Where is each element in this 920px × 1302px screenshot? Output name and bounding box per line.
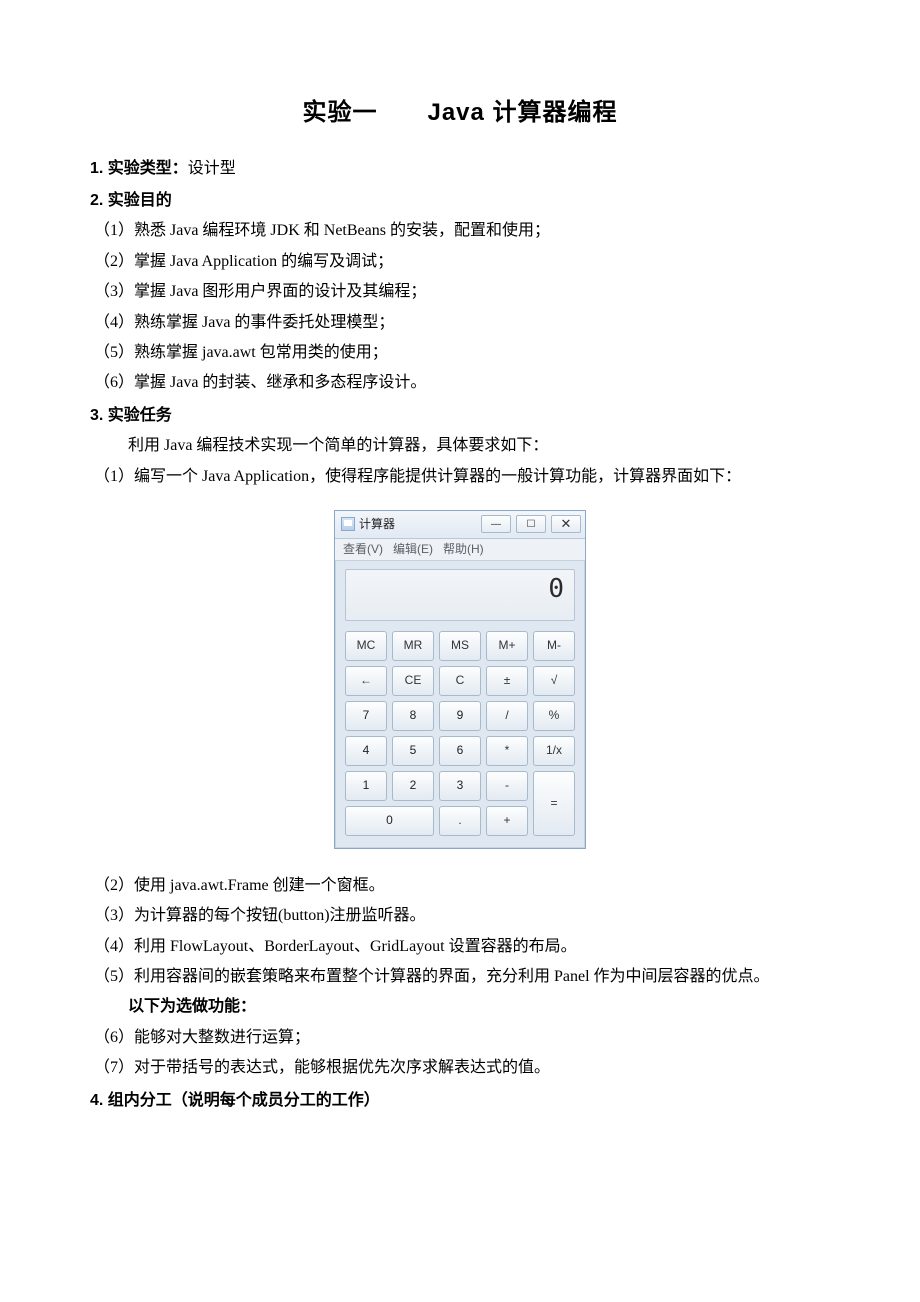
close-button[interactable]: ✕ (551, 515, 581, 533)
btn-subtract[interactable]: - (486, 771, 528, 801)
section-3: 3. 实验任务 (90, 401, 830, 431)
page-title: 实验一 Java 计算器编程 (90, 90, 830, 136)
btn-1[interactable]: 1 (345, 771, 387, 801)
btn-ce[interactable]: CE (392, 666, 434, 696)
btn-2[interactable]: 2 (392, 771, 434, 801)
btn-add[interactable]: + (486, 806, 528, 836)
task-6: （6）能够对大整数进行运算； (90, 1023, 830, 1053)
btn-mr[interactable]: MR (392, 631, 434, 661)
maximize-button[interactable]: ☐ (516, 515, 546, 533)
btn-7[interactable]: 7 (345, 701, 387, 731)
section-2: 2. 实验目的 (90, 186, 830, 216)
task-2: （2）使用 java.awt.Frame 创建一个窗框。 (90, 871, 830, 901)
btn-dot[interactable]: . (439, 806, 481, 836)
btn-back[interactable]: ← (345, 666, 387, 696)
btn-equals[interactable]: = (533, 771, 575, 836)
menu-view[interactable]: 查看(V) (343, 538, 383, 561)
btn-9[interactable]: 9 (439, 701, 481, 731)
purpose-4: （4）熟练掌握 Java 的事件委托处理模型； (90, 308, 830, 338)
window-title: 计算器 (359, 513, 395, 536)
btn-divide[interactable]: / (486, 701, 528, 731)
btn-4[interactable]: 4 (345, 736, 387, 766)
btn-mplus[interactable]: M+ (486, 631, 528, 661)
optional-heading: 以下为选做功能： (90, 992, 830, 1022)
purpose-6: （6）掌握 Java 的封装、继承和多态程序设计。 (90, 368, 830, 398)
section-4: 4. 组内分工（说明每个成员分工的工作） (90, 1086, 830, 1116)
minimize-button[interactable]: — (481, 515, 511, 533)
section-1-label: 1. 实验类型： (90, 160, 188, 177)
purpose-1: （1）熟悉 Java 编程环境 JDK 和 NetBeans 的安装，配置和使用… (90, 216, 830, 246)
btn-6[interactable]: 6 (439, 736, 481, 766)
titlebar: 计算器 — ☐ ✕ (335, 511, 585, 539)
menu-help[interactable]: 帮助(H) (443, 538, 484, 561)
menu-bar: 查看(V) 编辑(E) 帮助(H) (335, 539, 585, 561)
task-1: （1）编写一个 Java Application，使得程序能提供计算器的一般计算… (90, 462, 830, 492)
btn-plusminus[interactable]: ± (486, 666, 528, 696)
task-intro: 利用 Java 编程技术实现一个简单的计算器，具体要求如下： (90, 431, 830, 461)
btn-mminus[interactable]: M- (533, 631, 575, 661)
purpose-2: （2）掌握 Java Application 的编写及调试； (90, 247, 830, 277)
app-icon (341, 517, 355, 531)
calculator-window: 计算器 — ☐ ✕ 查看(V) 编辑(E) 帮助(H) 0 MC MR MS M… (334, 510, 586, 849)
btn-c[interactable]: C (439, 666, 481, 696)
btn-0[interactable]: 0 (345, 806, 434, 836)
display: 0 (345, 569, 575, 621)
btn-5[interactable]: 5 (392, 736, 434, 766)
btn-3[interactable]: 3 (439, 771, 481, 801)
btn-ms[interactable]: MS (439, 631, 481, 661)
btn-sqrt[interactable]: √ (533, 666, 575, 696)
btn-8[interactable]: 8 (392, 701, 434, 731)
purpose-5: （5）熟练掌握 java.awt 包常用类的使用； (90, 338, 830, 368)
btn-multiply[interactable]: * (486, 736, 528, 766)
task-7: （7）对于带括号的表达式，能够根据优先次序求解表达式的值。 (90, 1053, 830, 1083)
keypad: MC MR MS M+ M- ← CE C ± √ 7 8 9 / % 4 5 … (345, 631, 575, 836)
section-1-value: 设计型 (188, 160, 236, 177)
task-5: （5）利用容器间的嵌套策略来布置整个计算器的界面，充分利用 Panel 作为中间… (90, 962, 830, 992)
task-4: （4）利用 FlowLayout、BorderLayout、GridLayout… (90, 932, 830, 962)
task-3: （3）为计算器的每个按钮(button)注册监听器。 (90, 901, 830, 931)
btn-mc[interactable]: MC (345, 631, 387, 661)
btn-percent[interactable]: % (533, 701, 575, 731)
section-1: 1. 实验类型：设计型 (90, 154, 830, 184)
btn-inverse[interactable]: 1/x (533, 736, 575, 766)
purpose-3: （3）掌握 Java 图形用户界面的设计及其编程； (90, 277, 830, 307)
menu-edit[interactable]: 编辑(E) (393, 538, 433, 561)
